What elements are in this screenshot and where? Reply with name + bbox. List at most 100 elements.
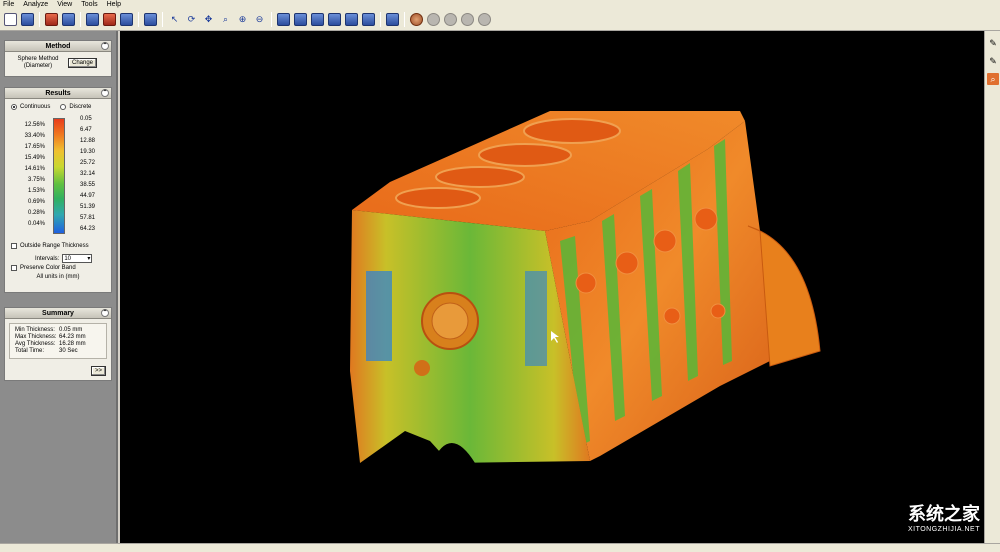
summary-panel: Summary ⌃ Min Thickness: 0.05 mm Max Thic… xyxy=(4,307,112,381)
status-bar xyxy=(0,543,1000,552)
annotate-icon[interactable] xyxy=(444,13,457,26)
method-panel-header[interactable]: Method ⌃ xyxy=(5,41,111,52)
results-panel: Results ⌃ Continuous Discrete 12.56% 33.… xyxy=(4,87,112,293)
legend-percent: 0.28% xyxy=(27,210,45,216)
summary-row: Total Time: 30 Sec xyxy=(15,348,101,355)
menu-view[interactable]: View xyxy=(57,1,72,8)
method-type: (Diameter) xyxy=(23,63,53,69)
tool-icon[interactable]: ✎ xyxy=(987,55,999,67)
zoom-out-icon[interactable]: ⊖ xyxy=(253,13,266,26)
color-scale-bar xyxy=(53,118,65,234)
watermark: 系统之家 XITONGZHIJIA.NET xyxy=(908,500,980,533)
model-icon[interactable] xyxy=(144,13,157,26)
open-file-icon[interactable] xyxy=(21,13,34,26)
legend-percent: 1.53% xyxy=(27,188,45,194)
pan-icon[interactable]: ✥ xyxy=(202,13,215,26)
view-left-icon[interactable] xyxy=(345,13,358,26)
toolbar-separator xyxy=(162,12,163,27)
engine-block-model xyxy=(350,111,821,463)
preserve-band-checkbox[interactable] xyxy=(11,265,17,271)
view-right-icon[interactable] xyxy=(362,13,375,26)
toolbar-separator xyxy=(80,12,81,27)
chevron-down-icon: ▾ xyxy=(87,256,91,262)
discrete-radio[interactable] xyxy=(60,104,67,110)
front-hole xyxy=(414,360,430,376)
outside-range-checkbox[interactable] xyxy=(11,243,17,249)
legend-percent: 14.61% xyxy=(24,166,45,172)
summary-row: Min Thickness: 0.05 mm xyxy=(15,327,101,334)
watermark-subtext: XITONGZHIJIA.NET xyxy=(907,526,980,533)
more-button[interactable]: >> xyxy=(90,366,106,376)
legend-value: 44.97 xyxy=(80,193,96,199)
thin-region xyxy=(366,271,392,361)
summary-value: 30 Sec xyxy=(59,348,78,354)
method-name: Sphere Method xyxy=(17,56,59,62)
intervals-value: 10 xyxy=(64,255,72,262)
summary-panel-header[interactable]: Summary ⌃ xyxy=(5,308,111,319)
legend-value: 6.47 xyxy=(80,127,92,133)
3d-viewport[interactable]: 系统之家 XITONGZHIJIA.NET xyxy=(120,31,984,543)
select-arrow-icon[interactable]: ↖ xyxy=(168,13,181,26)
view-bottom-icon[interactable] xyxy=(328,13,341,26)
zoom-in-icon[interactable]: ⊕ xyxy=(236,13,249,26)
toolbar: ↖ ⟳ ✥ ⌕ ⊕ ⊖ xyxy=(0,9,1000,31)
menu-tools[interactable]: Tools xyxy=(81,1,97,8)
menu-bar: File Analyze View Tools Help xyxy=(0,0,1000,9)
summary-label: Total Time: xyxy=(15,348,45,354)
tool-icon-active[interactable]: ⌕ xyxy=(987,73,999,85)
results-panel-header[interactable]: Results ⌃ xyxy=(5,88,111,99)
view-front-icon[interactable] xyxy=(277,13,290,26)
menu-file[interactable]: File xyxy=(3,1,14,8)
summary-value: 0.05 mm xyxy=(59,327,83,333)
legend-value: 51.39 xyxy=(80,204,96,210)
menu-help[interactable]: Help xyxy=(107,1,121,8)
toolbar-separator xyxy=(39,12,40,27)
zoom-window-icon[interactable]: ⌕ xyxy=(219,13,232,26)
legend-value: 64.23 xyxy=(80,226,96,232)
view-iso-icon[interactable] xyxy=(386,13,399,26)
continuous-label: Continuous xyxy=(20,104,51,110)
section-icon[interactable] xyxy=(86,13,99,26)
summary-row: Max Thickness: 64.23 mm xyxy=(15,334,101,341)
legend-percent: 0.69% xyxy=(27,199,45,205)
view-back-icon[interactable] xyxy=(294,13,307,26)
render-icon[interactable] xyxy=(410,13,423,26)
legend-percent: 0.04% xyxy=(27,221,45,227)
record-icon[interactable] xyxy=(478,13,491,26)
export-icon[interactable] xyxy=(45,13,58,26)
analyze-icon[interactable] xyxy=(103,13,116,26)
change-method-button[interactable]: Change xyxy=(68,58,98,68)
collapse-icon[interactable]: ⌃ xyxy=(101,309,109,317)
collapse-icon[interactable]: ⌃ xyxy=(101,42,109,50)
menu-analyze[interactable]: Analyze xyxy=(23,1,48,8)
legend-value: 19.30 xyxy=(80,149,96,155)
tool-icon[interactable]: ✎ xyxy=(987,37,999,49)
cylinder-bore xyxy=(435,166,525,188)
watermark-text: 系统之家 xyxy=(908,504,980,525)
summary-title: Summary xyxy=(42,310,74,317)
rotate-icon[interactable]: ⟳ xyxy=(185,13,198,26)
light-icon[interactable] xyxy=(461,13,474,26)
toolbar-separator xyxy=(380,12,381,27)
toolbar-separator xyxy=(138,12,139,27)
new-file-icon[interactable] xyxy=(4,13,17,26)
legend-value: 57.81 xyxy=(80,215,96,221)
legend-percent: 12.56% xyxy=(24,122,45,128)
cylinder-bore xyxy=(523,118,621,144)
intervals-select[interactable]: 10 ▾ xyxy=(62,254,93,263)
legend-value: 12.88 xyxy=(80,138,96,144)
probe-icon[interactable] xyxy=(427,13,440,26)
units-label: All units in (mm) xyxy=(36,274,80,280)
method-title: Method xyxy=(45,43,71,50)
legend-value: 25.72 xyxy=(80,160,96,166)
view-top-icon[interactable] xyxy=(311,13,324,26)
color-legend: 12.56% 33.40% 17.65% 15.49% 14.61% 3.75%… xyxy=(5,115,111,235)
continuous-radio[interactable] xyxy=(11,104,17,110)
print-icon[interactable] xyxy=(62,13,75,26)
thin-region xyxy=(525,271,547,366)
settings-icon[interactable] xyxy=(120,13,133,26)
right-panel: ✎ ✎ ⌕ xyxy=(984,31,1000,543)
method-label: Sphere Method (Diameter) xyxy=(8,56,68,70)
collapse-icon[interactable]: ⌃ xyxy=(101,89,109,97)
summary-value: 64.23 mm xyxy=(59,334,86,340)
